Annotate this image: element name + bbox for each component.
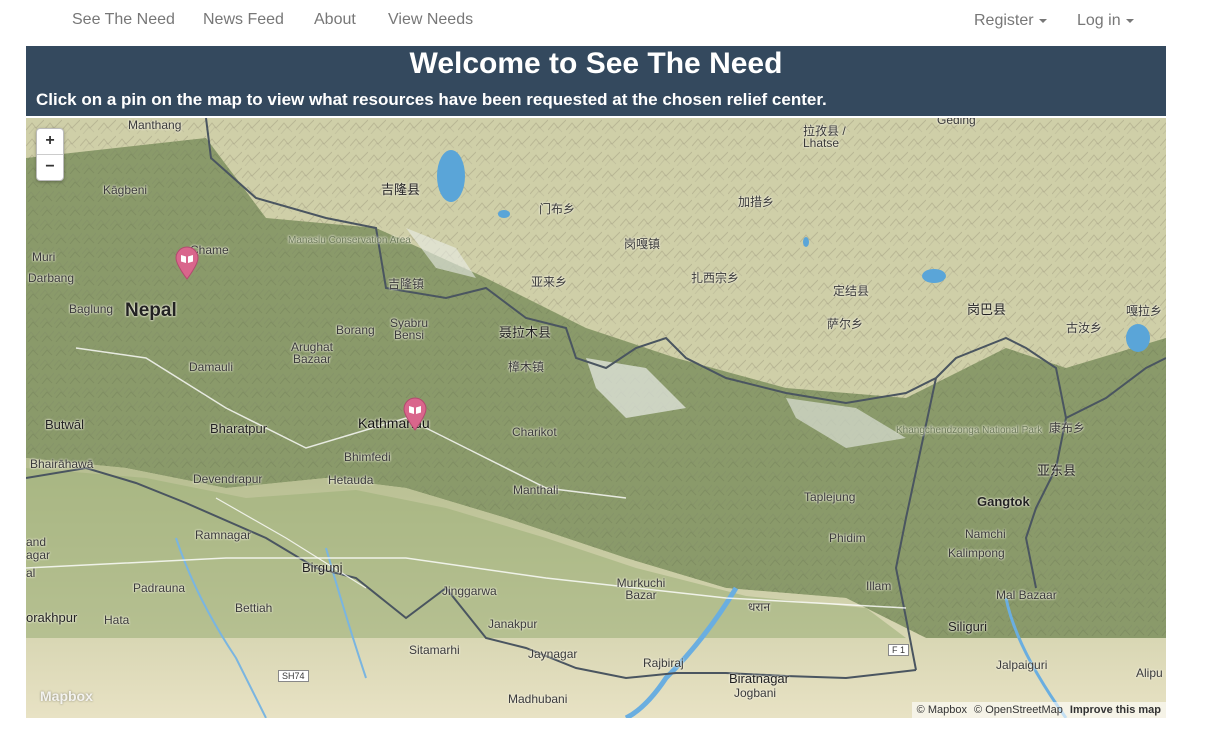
osm-attribution-link[interactable]: © OpenStreetMap	[974, 704, 1063, 716]
map-label-geding: Geding	[937, 118, 976, 127]
login-dropdown[interactable]: Log in	[1077, 12, 1134, 30]
top-navbar: See The Need News Feed About View Needs …	[0, 0, 1217, 44]
register-dropdown[interactable]: Register	[974, 12, 1047, 30]
map[interactable]: Manthang Kāgbeni Muri Darbang Chame Bagl…	[26, 118, 1166, 718]
map-label-arughat: Arughat Bazaar	[290, 340, 334, 366]
map-label-bhimfedi: Bhimfedi	[344, 450, 391, 464]
map-attribution: © Mapbox © OpenStreetMap Improve this ma…	[911, 702, 1166, 718]
map-label-zaxi: 扎西宗乡	[691, 271, 740, 285]
map-terrain	[26, 118, 1166, 718]
map-label-bharatpur: Bharatpur	[210, 421, 268, 436]
map-label-madhubani: Madhubani	[508, 692, 568, 706]
map-label-nepal: Nepal	[125, 300, 177, 321]
map-label-muri: Muri	[32, 250, 56, 264]
map-label-gangtok: Gangtok	[977, 494, 1030, 509]
map-label-lhatse: 拉孜县 / Lhatse	[803, 124, 846, 150]
map-label-biratnagar: Biratnagar	[729, 671, 789, 686]
improve-map-link[interactable]: Improve this map	[1070, 704, 1161, 716]
map-label-manthali: Manthali	[513, 483, 559, 497]
map-label-nyalam: 聂拉木县	[499, 325, 552, 340]
map-label-gudui: 古汝乡	[1066, 321, 1103, 335]
page-title: Welcome to See The Need	[409, 47, 783, 80]
map-label-menbu: 门布乡	[539, 202, 576, 216]
map-label-gorakhpur: orakhpur	[26, 610, 78, 625]
map-pin-icon	[175, 246, 199, 280]
nav-news-feed[interactable]: News Feed	[203, 11, 284, 29]
map-pin-icon	[403, 397, 427, 431]
map-label-sa: 萨尔乡	[827, 317, 864, 331]
map-label-sitamarhi: Sitamarhi	[409, 643, 460, 657]
map-label-siliguri: Siliguri	[948, 619, 988, 634]
map-label-birgunj: Birgunj	[302, 560, 343, 575]
map-label-jaynagar: Jaynagar	[528, 647, 578, 661]
map-label-syabru: Syabru Bensi	[389, 316, 429, 342]
map-label-charikot: Charikot	[512, 425, 557, 439]
mapbox-logo[interactable]: Mapbox	[40, 688, 93, 704]
map-label-manthang: Manthang	[128, 118, 182, 132]
map-label-hata: Hata	[104, 613, 130, 627]
map-label-devendrapur: Devendrapur	[193, 472, 263, 486]
banner-subtitle: Click on a pin on the map to view what r…	[36, 90, 827, 109]
map-label-bettiah: Bettiah	[235, 601, 273, 615]
map-label-damauli: Damauli	[189, 360, 234, 374]
map-label-baglung: Baglung	[69, 302, 114, 316]
map-label-manaslu: Manaslu Conservation Area	[288, 235, 411, 246]
map-label-mal-bazaar: Mal Bazaar	[996, 588, 1057, 602]
zoom-control: + −	[36, 128, 64, 181]
map-label-illam: Illam	[866, 579, 892, 593]
map-label-jilong-town: 吉隆镇	[388, 277, 425, 291]
relief-center-pin-chame[interactable]	[174, 246, 200, 280]
map-label-nagar: agar	[26, 548, 51, 562]
caret-down-icon	[1125, 18, 1134, 23]
map-label-jinggarwa: Jinggarwa	[442, 584, 497, 598]
map-label-yala: 亚来乡	[531, 275, 568, 289]
map-label-gangga: 岗嘎镇	[624, 237, 661, 251]
map-label-ramnagar: Ramnagar	[195, 528, 252, 542]
map-label-duoqing: 嘎拉乡	[1126, 304, 1163, 318]
map-label-padrauna: Padrauna	[133, 581, 186, 595]
map-label-murkuchi: Murkuchi Bazar	[616, 576, 666, 602]
map-label-anand: and	[26, 535, 47, 549]
map-label-highway-sh74: SH74	[278, 670, 309, 682]
map-label-butwal: Butwāl	[45, 417, 85, 432]
zoom-out-button[interactable]: −	[37, 154, 63, 180]
map-label-alipur: Alipu	[1136, 666, 1163, 680]
map-label-jogbani: Jogbani	[734, 686, 777, 700]
map-label-jilong: 吉隆县	[381, 182, 421, 197]
register-label: Register	[974, 12, 1034, 29]
map-label-hetauda: Hetauda	[328, 473, 374, 487]
zoom-in-button[interactable]: +	[37, 129, 63, 154]
map-label-zhangmu: 樟木镇	[508, 360, 545, 374]
login-label: Log in	[1077, 12, 1121, 29]
map-label-gangba: 岗巴县	[967, 302, 1007, 317]
map-label-namchi: Namchi	[965, 527, 1006, 541]
welcome-banner: Welcome to See The Need Click on a pin o…	[26, 46, 1166, 116]
map-label-darbang: Darbang	[28, 271, 75, 285]
map-label-kalimpong: Kalimpong	[948, 546, 1005, 560]
map-label-al: al	[26, 566, 36, 580]
map-label-janakpur: Janakpur	[488, 617, 538, 631]
map-label-highway-f1: F 1	[888, 644, 910, 656]
relief-center-pin-kathmandu[interactable]	[402, 397, 428, 431]
nav-see-the-need[interactable]: See The Need	[72, 11, 175, 29]
map-label-taplejung: Taplejung	[804, 490, 856, 504]
map-label-bhairahawa: Bhairāhawā	[30, 457, 94, 471]
nav-about[interactable]: About	[314, 11, 356, 29]
map-label-yadong: 亚东县	[1037, 463, 1077, 478]
map-label-tingri: 定结县	[833, 284, 870, 298]
nav-view-needs[interactable]: View Needs	[388, 11, 473, 29]
map-label-dharan: धरान	[748, 600, 771, 614]
mapbox-attribution-link[interactable]: © Mapbox	[917, 704, 967, 716]
map-label-jalpaiguri: Jalpaiguri	[996, 658, 1048, 672]
map-label-jiacuo: 加措乡	[738, 195, 775, 209]
map-label-phidim: Phidim	[829, 531, 866, 545]
map-label-kangchenjunga: Khangchendzonga National Park	[896, 425, 1043, 436]
map-label-borang: Borang	[336, 323, 375, 337]
caret-down-icon	[1038, 18, 1047, 23]
map-label-kagbeni: Kāgbeni	[103, 183, 148, 197]
map-label-rajbiraj: Rajbiraj	[643, 656, 684, 670]
map-label-kangbu: 康布乡	[1049, 421, 1086, 435]
